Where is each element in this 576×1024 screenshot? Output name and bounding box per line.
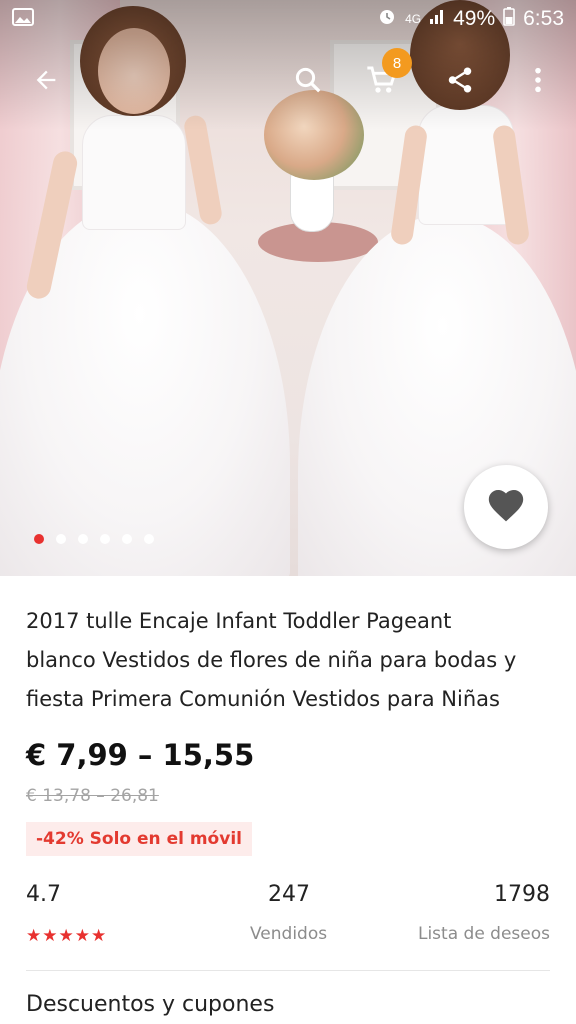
share-button[interactable] [434, 56, 486, 108]
sold-count: 247 [268, 882, 310, 907]
carousel-dot[interactable] [56, 534, 66, 544]
sold-label: Vendidos [250, 924, 328, 944]
star-icon: ★ [58, 926, 74, 946]
carousel-dot[interactable] [144, 534, 154, 544]
product-title: 2017 tulle Encaje Infant Toddler Pageant… [26, 602, 556, 719]
discounts-coupons-link[interactable]: Descuentos y cupones [26, 992, 274, 1017]
cart-count-badge: 8 [382, 48, 412, 78]
wishlist-label: Lista de deseos [417, 924, 550, 944]
wishlist-count: 1798 [494, 882, 550, 907]
bodice-left [82, 115, 186, 230]
product-stats: 4.7 ★ ★ ★ ★ ★ 247 Vendidos 1798 Lista de des… [26, 882, 550, 952]
status-bar: 4G 49% 6:53 [0, 0, 576, 38]
price-range: € 7,99 – 15,55 [26, 738, 255, 772]
alarm-icon [377, 6, 397, 32]
cart-button[interactable]: 8 [356, 48, 412, 108]
heart-icon [486, 487, 526, 527]
search-icon [293, 65, 323, 99]
search-button[interactable] [282, 56, 334, 108]
battery-percent: 49% [453, 7, 496, 30]
back-button[interactable] [20, 56, 72, 108]
carousel-dot[interactable] [100, 534, 110, 544]
discount-badge: -42% Solo en el móvil [26, 822, 252, 856]
top-toolbar: 8 [0, 48, 576, 112]
carousel-dot[interactable] [78, 534, 88, 544]
battery-icon [503, 6, 515, 32]
wishlist-button[interactable] [464, 465, 548, 549]
product-title-line: blanco Vestidos de flores de niña para b… [26, 648, 517, 672]
arrow-left-icon [32, 66, 60, 98]
signal-icon [429, 7, 445, 31]
share-icon [445, 65, 475, 99]
star-icon: ★ [42, 926, 58, 946]
star-icon: ★ [91, 926, 107, 946]
carousel-dots[interactable] [34, 534, 154, 544]
carousel-dot[interactable] [122, 534, 132, 544]
rating-stars: ★ ★ ★ ★ ★ [26, 926, 106, 946]
carousel-dot[interactable] [34, 534, 44, 544]
product-info: 2017 tulle Encaje Infant Toddler Pageant… [0, 576, 576, 1024]
network-type: 4G [405, 12, 422, 26]
original-price: € 13,78 – 26,81 [26, 786, 159, 806]
star-icon: ★ [26, 926, 42, 946]
arm-left-2 [182, 113, 224, 227]
more-vert-icon [533, 66, 543, 98]
product-title-line: 2017 tulle Encaje Infant Toddler Pageant [26, 609, 452, 633]
gallery-notification-icon [12, 8, 34, 30]
more-options-button[interactable] [512, 56, 564, 108]
clock: 6:53 [523, 7, 564, 30]
product-title-line: fiesta Primera Comunión Vestidos para Ni… [26, 687, 500, 711]
divider [26, 970, 550, 971]
rating-value: 4.7 [26, 882, 61, 907]
star-icon: ★ [74, 926, 90, 946]
